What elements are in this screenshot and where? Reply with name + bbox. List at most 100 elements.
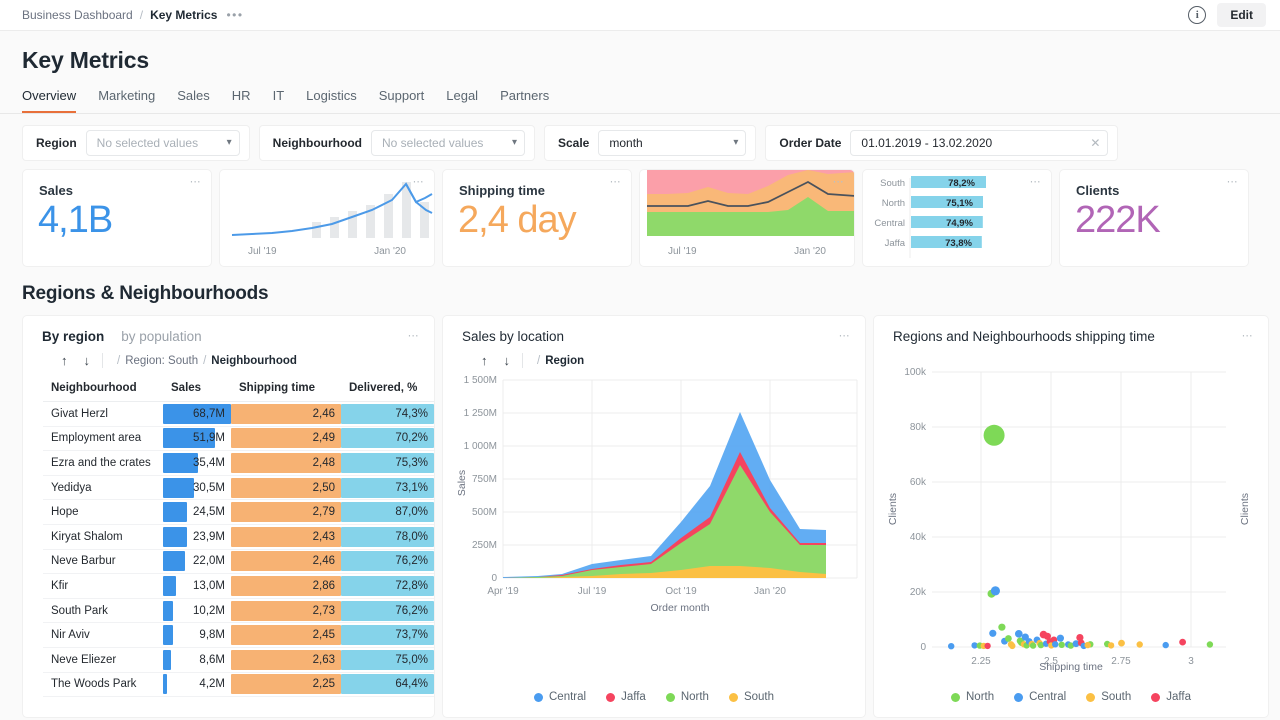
tab-partners[interactable]: Partners [500, 89, 549, 113]
tab-legal[interactable]: Legal [446, 89, 478, 113]
order-date-input[interactable]: 01.01.2019 - 13.02.2020 ✕ [850, 130, 1108, 156]
panel-more-icon[interactable]: ⋯ [408, 331, 420, 342]
drill-up-button[interactable]: ↑ [53, 353, 76, 368]
delivered-bar-row-jaffa: Jaffa 73,8% [885, 236, 982, 249]
drill-crumb-region[interactable]: Region [545, 355, 584, 367]
legend-item-south[interactable]: South [1086, 691, 1131, 703]
scatter-point-central[interactable] [1163, 642, 1169, 648]
drill-up-button[interactable]: ↑ [473, 353, 496, 368]
scatter-point-south[interactable] [1137, 641, 1143, 647]
table-row[interactable]: Yedidya30,5M2,5073,1% [43, 475, 434, 500]
shipping-time-value: 2,25 [231, 678, 341, 690]
card-more-icon[interactable]: ⋯ [1227, 177, 1239, 188]
scatter-point-central[interactable] [1015, 630, 1023, 638]
card-more-icon[interactable]: ⋯ [1030, 177, 1042, 188]
legend-item-north[interactable]: North [951, 691, 994, 703]
tab-bar: Overview Marketing Sales HR IT Logistics… [22, 89, 1258, 113]
drill-down-button[interactable]: ↓ [496, 353, 519, 368]
table-row[interactable]: Neve Barbur22,0M2,4676,2% [43, 549, 434, 574]
scatter-point-south[interactable] [1118, 640, 1125, 647]
table-row[interactable]: Nir Aviv9,8M2,4573,7% [43, 623, 434, 648]
breadcrumb-key-metrics[interactable]: Key Metrics [150, 8, 217, 22]
scatter-point-north[interactable] [1005, 635, 1012, 642]
shipping-time-value: 2,49 [231, 432, 341, 444]
panel-more-icon[interactable]: ⋯ [1242, 331, 1254, 342]
delivered-cell: 64,4% [341, 672, 434, 697]
tab-it[interactable]: IT [273, 89, 285, 113]
neighbourhood-name: Givat Herzl [43, 402, 163, 427]
scatter-point-north[interactable] [998, 624, 1005, 631]
tab-logistics[interactable]: Logistics [306, 89, 357, 113]
col-delivered[interactable]: Delivered, % [341, 376, 434, 402]
scatter-point-south[interactable] [1085, 642, 1091, 648]
region-select[interactable]: No selected values ▾ [86, 130, 240, 156]
table-row[interactable]: Givat Herzl68,7M2,4674,3% [43, 402, 434, 427]
scatter-point-jaffa[interactable] [1179, 639, 1186, 646]
scatter-point-jaffa[interactable] [984, 643, 990, 649]
tab-sales[interactable]: Sales [177, 89, 210, 113]
shipping-tick-jan20: Jan '20 [794, 246, 826, 257]
scatter-point-central[interactable] [1057, 635, 1064, 642]
legend-item-jaffa[interactable]: Jaffa [606, 691, 646, 703]
legend-label-south: South [1101, 691, 1131, 703]
tab-marketing[interactable]: Marketing [98, 89, 155, 113]
delivered-cell: 73,7% [341, 623, 434, 648]
delivered-bars-svg: South 78,2% North 75,1% Central 74,9% Ja… [863, 170, 1052, 267]
kpi-card-clients: ⋯ Clients 222K [1059, 169, 1249, 267]
table-row[interactable]: Kfir13,0M2,8672,8% [43, 574, 434, 599]
col-neighbourhood[interactable]: Neighbourhood [43, 376, 163, 402]
scatter-point-south[interactable] [1108, 642, 1114, 648]
legend-item-jaffa[interactable]: Jaffa [1151, 691, 1191, 703]
tab-by-population[interactable]: by population [121, 329, 201, 344]
scatter-point-north[interactable] [1030, 642, 1036, 648]
table-row[interactable]: Neve Eliezer8,6M2,6375,0% [43, 647, 434, 672]
delivered-bar-row-south: South 78,2% [880, 176, 986, 189]
clear-date-icon[interactable]: ✕ [1074, 137, 1100, 149]
scatter-point-north[interactable] [984, 425, 1005, 446]
card-more-icon[interactable]: ⋯ [833, 177, 845, 188]
table-row[interactable]: Ezra and the crates35,4M2,4875,3% [43, 451, 434, 476]
breadcrumb-business-dashboard[interactable]: Business Dashboard [22, 8, 133, 22]
shipping-time-cell: 2,50 [231, 475, 341, 500]
delivered-label-north: North [882, 198, 905, 209]
card-more-icon[interactable]: ⋯ [190, 177, 202, 188]
scatter-point-north[interactable] [1207, 641, 1213, 647]
neighbourhood-select[interactable]: No selected values ▾ [371, 130, 525, 156]
table-row[interactable]: Kiryat Shalom23,9M2,4378,0% [43, 524, 434, 549]
scatter-point-central[interactable] [991, 586, 1000, 595]
panel-more-icon[interactable]: ⋯ [839, 331, 851, 342]
tab-overview[interactable]: Overview [22, 89, 76, 113]
neighbourhood-name: Kiryat Shalom [43, 524, 163, 549]
table-row[interactable]: South Park10,2M2,7376,2% [43, 598, 434, 623]
legend-item-south[interactable]: South [729, 691, 774, 703]
tab-by-region[interactable]: By region [42, 329, 104, 344]
scale-select[interactable]: month ▾ [598, 130, 746, 156]
drill-crumb-neighbourhood[interactable]: Neighbourhood [211, 355, 297, 367]
card-more-icon[interactable]: ⋯ [610, 177, 622, 188]
scatter-point-central[interactable] [989, 630, 996, 637]
col-sales[interactable]: Sales [163, 376, 231, 402]
scatter-point-central[interactable] [1052, 641, 1058, 647]
scatter-point-central[interactable] [948, 643, 954, 649]
tab-support[interactable]: Support [379, 89, 425, 113]
tab-hr[interactable]: HR [232, 89, 251, 113]
delivered-bar-row-north: North 75,1% [882, 196, 983, 209]
table-row[interactable]: Employment area51,9M2,4970,2% [43, 426, 434, 451]
delivered-value: 75,0% [341, 654, 434, 666]
table-row[interactable]: Hope24,5M2,7987,0% [43, 500, 434, 525]
region-placeholder: No selected values [97, 136, 198, 150]
drill-down-button[interactable]: ↓ [76, 353, 99, 368]
legend-item-north[interactable]: North [666, 691, 709, 703]
edit-button[interactable]: Edit [1217, 3, 1266, 27]
info-icon[interactable]: i [1188, 6, 1206, 24]
drill-crumb-region[interactable]: Region: South [125, 355, 198, 367]
legend-item-central[interactable]: Central [1014, 691, 1066, 703]
legend-dot-south [729, 693, 738, 702]
scatter-point-south[interactable] [1009, 643, 1015, 649]
sales-cell: 23,9M [163, 524, 231, 549]
col-shipping-time[interactable]: Shipping time [231, 376, 341, 402]
table-row[interactable]: The Woods Park4,2M2,2564,4% [43, 672, 434, 697]
legend-item-central[interactable]: Central [534, 691, 586, 703]
breadcrumb-more-icon[interactable]: ••• [226, 9, 243, 21]
scatter-point-north[interactable] [1059, 642, 1065, 648]
